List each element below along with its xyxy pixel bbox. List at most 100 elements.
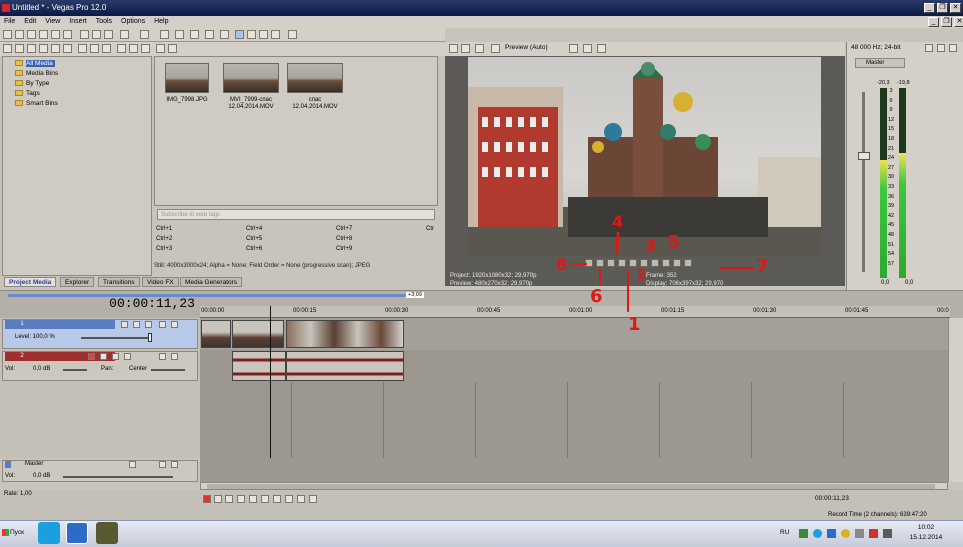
media-player-icon[interactable] [66, 522, 88, 544]
go-to-end-icon[interactable] [662, 259, 670, 267]
copy-icon[interactable] [92, 30, 101, 39]
selection-tool-icon[interactable] [259, 30, 268, 39]
remove-media-icon[interactable] [39, 44, 48, 53]
lock-envelopes-icon[interactable] [175, 30, 184, 39]
play-from-start-button-icon[interactable] [225, 495, 233, 503]
auto-crossfade-icon[interactable] [220, 30, 229, 39]
tab-explorer[interactable]: Explorer [60, 277, 95, 287]
media-thumbnail[interactable] [287, 63, 343, 93]
video-event-photo[interactable] [201, 320, 231, 348]
save-as-icon[interactable] [39, 30, 48, 39]
normal-edit-tool-icon[interactable] [235, 30, 244, 39]
previous-frame-button-icon[interactable] [297, 495, 305, 503]
get-media-icon[interactable] [27, 44, 36, 53]
doc-close-button[interactable]: ✕ [954, 17, 963, 27]
mute-icon[interactable] [159, 321, 166, 328]
delete-icon[interactable] [78, 44, 87, 53]
tree-item-tags[interactable]: Tags [15, 89, 40, 99]
new-icon[interactable] [3, 30, 12, 39]
properties-icon[interactable] [63, 30, 72, 39]
ignore-grouping-icon[interactable] [190, 30, 199, 39]
video-output-fx-icon[interactable] [449, 44, 458, 53]
loop-button-icon[interactable] [214, 495, 222, 503]
master-fx-icon[interactable] [129, 461, 136, 468]
paste-icon[interactable] [104, 30, 113, 39]
master-solo-icon[interactable] [171, 461, 178, 468]
play-button-icon[interactable] [237, 495, 245, 503]
record-button-icon[interactable] [203, 495, 211, 503]
tab-transitions[interactable]: Transitions [98, 277, 140, 287]
volume-slider[interactable] [63, 369, 87, 371]
split-screen-icon[interactable] [475, 44, 484, 53]
stop-icon[interactable] [640, 259, 648, 267]
master-fader[interactable] [858, 152, 870, 160]
media-help-icon[interactable] [168, 44, 177, 53]
menu-file[interactable]: File [4, 18, 15, 25]
mixer-dim-icon[interactable] [949, 44, 957, 52]
media-thumbnail[interactable] [165, 63, 209, 93]
audio-track-header[interactable]: 2 Vol: 0,0 dB Pan: Center [2, 351, 198, 381]
horizontal-scrollbar[interactable] [200, 482, 948, 490]
master-mute-icon[interactable] [159, 461, 166, 468]
tray-volume-icon[interactable] [855, 529, 864, 538]
tab-media-generators[interactable]: Media Generators [180, 277, 243, 287]
save-snapshot-icon[interactable] [597, 44, 606, 53]
mute-icon[interactable] [159, 353, 166, 360]
tray-app-icon[interactable] [827, 529, 836, 538]
tray-network-icon[interactable] [799, 529, 808, 538]
stop-button-icon[interactable] [261, 495, 269, 503]
audio-event-clip[interactable] [286, 351, 404, 381]
envelope-tool-icon[interactable] [247, 30, 256, 39]
restore-button[interactable]: ❐ [937, 3, 948, 13]
menu-insert[interactable]: Insert [69, 18, 87, 25]
time-ruler[interactable]: 00:00:00 00:00:15 00:00:30 00:00:45 00:0… [200, 306, 950, 318]
preview-quality-select[interactable]: Preview (Auto) [505, 44, 548, 51]
cut-icon[interactable] [80, 30, 89, 39]
tray-notify-icon[interactable] [841, 529, 850, 538]
arm-record-icon[interactable] [88, 353, 95, 360]
skype-icon[interactable] [38, 522, 60, 544]
menu-options[interactable]: Options [121, 18, 145, 25]
menu-help[interactable]: Help [154, 18, 168, 25]
track-motion-icon[interactable] [121, 321, 128, 328]
go-to-end-button-icon[interactable] [285, 495, 293, 503]
whats-this-icon[interactable] [288, 30, 297, 39]
properties-media-icon[interactable] [90, 44, 99, 53]
audio-event-clip[interactable] [232, 351, 286, 381]
invert-phase-icon[interactable] [100, 353, 107, 360]
taskbar-clock[interactable]: 10:02 15.12.2014 [900, 523, 952, 545]
play-from-start-icon[interactable] [607, 259, 615, 267]
open-icon[interactable] [15, 30, 24, 39]
zoom-tool-icon[interactable] [271, 30, 280, 39]
start-button[interactable]: Пуск [0, 522, 32, 544]
pause-button-icon[interactable] [249, 495, 257, 503]
menu-tools[interactable]: Tools [96, 18, 112, 25]
audio-track-lane[interactable] [200, 350, 948, 382]
tray-security-icon[interactable] [869, 529, 878, 538]
preview-quality-icon[interactable] [491, 44, 500, 53]
timeline-tracks[interactable] [200, 306, 948, 458]
pan-slider[interactable] [151, 369, 185, 371]
tray-skype-icon[interactable] [813, 529, 822, 538]
tree-item-smart-bins[interactable]: Smart Bins [15, 99, 58, 109]
video-track-header[interactable]: 1 Level: 100,0 % [2, 319, 198, 349]
go-to-start-icon[interactable] [651, 259, 659, 267]
video-event-clip[interactable] [232, 320, 284, 348]
tree-item-all-media[interactable]: All Media [15, 59, 55, 69]
master-volume-slider[interactable] [63, 476, 173, 478]
menu-edit[interactable]: Edit [24, 18, 36, 25]
next-frame-button-icon[interactable] [309, 495, 317, 503]
tab-video-fx[interactable]: Video FX [142, 277, 179, 287]
solo-icon[interactable] [171, 321, 178, 328]
automation-icon[interactable] [124, 353, 131, 360]
tab-project-media[interactable]: Project Media [4, 277, 57, 287]
level-slider[interactable] [81, 337, 151, 339]
enable-snapping-icon[interactable] [205, 30, 214, 39]
views-icon[interactable] [102, 44, 111, 53]
import-media-icon[interactable] [3, 44, 12, 53]
close-button[interactable]: ✕ [950, 3, 961, 13]
capture-icon[interactable] [15, 44, 24, 53]
stop-preview-icon[interactable] [129, 44, 138, 53]
compositing-mode-icon[interactable] [145, 321, 152, 328]
track-fx-icon[interactable] [133, 321, 140, 328]
